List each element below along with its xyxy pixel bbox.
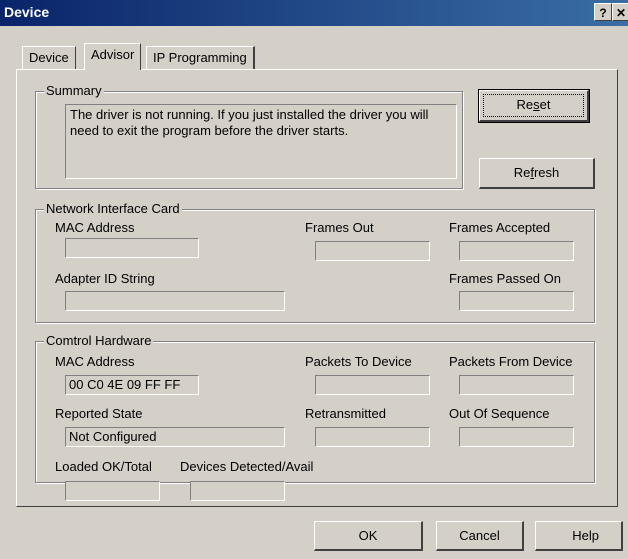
retransmitted-label: Retransmitted [305,406,386,421]
reported-state-field: Not Configured [65,427,285,447]
title-bar: Device ? ✕ [0,0,628,26]
summary-message: The driver is not running. If you just i… [65,104,457,179]
hw-mac-field: 00 C0 4E 09 FF FF [65,375,199,395]
cancel-button[interactable]: Cancel [436,521,524,551]
frames-passed-field [459,291,574,311]
ok-button[interactable]: OK [314,521,423,551]
loaded-ok-label: Loaded OK/Total [55,459,152,474]
window-title: Device [4,4,50,20]
refresh-label-post: resh [533,165,560,180]
adapter-id-field [65,291,285,311]
nic-mac-label: MAC Address [55,220,135,235]
refresh-label-pre: Re [513,165,531,180]
devices-detected-label: Devices Detected/Avail [180,459,314,474]
refresh-button[interactable]: Refresh [479,158,595,189]
retransmitted-field [315,427,430,447]
loaded-ok-field [65,481,160,501]
tab-ip-programming[interactable]: IP Programming [146,46,255,70]
help-icon[interactable]: ? [594,3,612,21]
close-icon[interactable]: ✕ [612,3,628,21]
packets-from-device-field [459,375,574,395]
hw-mac-label: MAC Address [55,354,135,369]
tab-advisor[interactable]: Advisor [84,43,142,70]
device-dialog: Device ? ✕ Device Advisor IP Programming… [0,0,628,559]
frames-passed-label: Frames Passed On [449,271,561,286]
hardware-group-title: Comtrol Hardware [44,333,154,348]
devices-detected-field [190,481,285,501]
frames-accepted-label: Frames Accepted [449,220,551,235]
nic-mac-field [65,238,199,258]
frames-accepted-field [459,241,574,261]
reported-state-label: Reported State [55,406,143,421]
packets-to-device-label: Packets To Device [305,354,412,369]
packets-from-device-label: Packets From Device [449,354,573,369]
frames-out-field [315,241,430,261]
focus-rect [483,94,584,117]
reset-button[interactable]: Reset [478,89,590,123]
packets-to-device-field [315,375,430,395]
summary-group-title: Summary [44,83,104,98]
tab-device[interactable]: Device [22,46,76,70]
nic-group-title: Network Interface Card [44,201,182,216]
out-of-sequence-label: Out Of Sequence [449,406,550,421]
tab-panel: Summary The driver is not running. If yo… [16,69,618,507]
out-of-sequence-field [459,427,574,447]
adapter-id-label: Adapter ID String [55,271,155,286]
help-button[interactable]: Help [535,521,623,551]
frames-out-label: Frames Out [305,220,374,235]
